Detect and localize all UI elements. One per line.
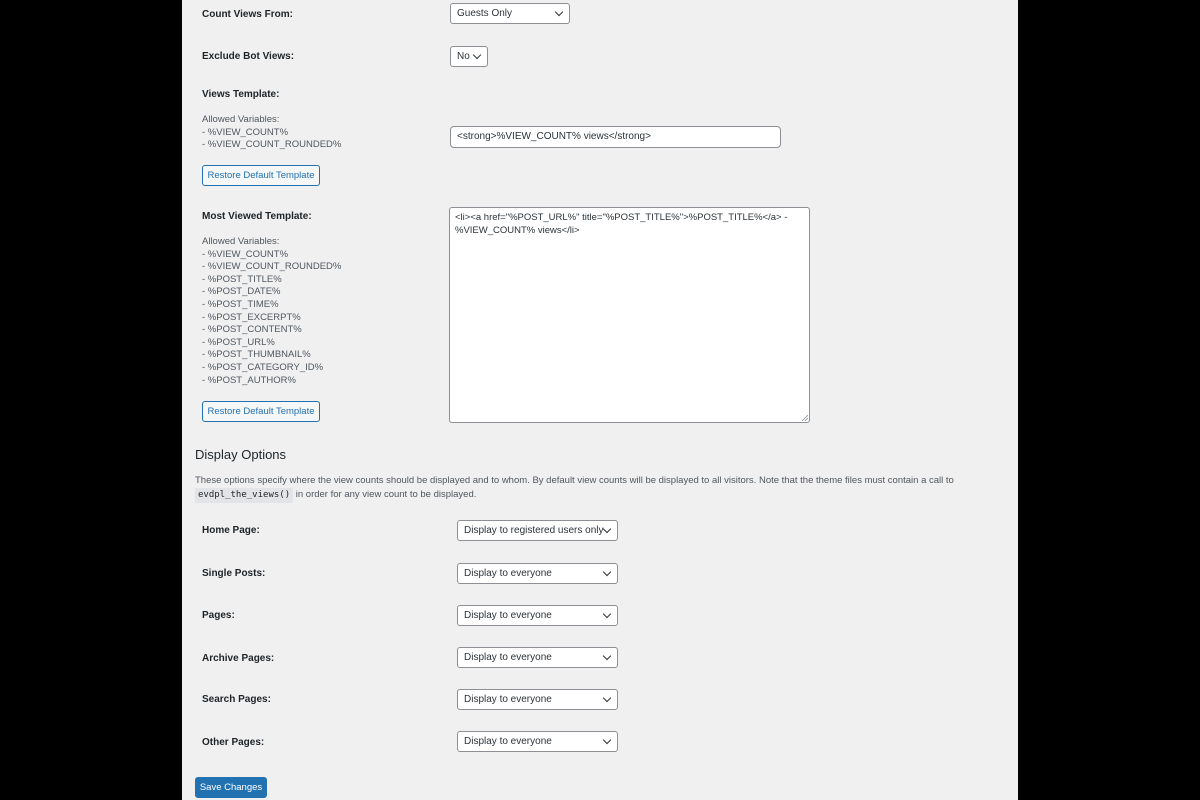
chevron-down-icon [602, 524, 612, 534]
single-posts-label: Single Posts: [202, 568, 266, 579]
chevron-down-icon [602, 735, 612, 745]
display-options-heading: Display Options [195, 447, 287, 462]
archive-pages-select[interactable]: Display to everyone [457, 647, 618, 668]
chevron-down-icon [554, 7, 564, 17]
variable-item: - %VIEW_COUNT_ROUNDED% [202, 261, 342, 273]
search-pages-label: Search Pages: [202, 694, 271, 705]
other-pages-select[interactable]: Display to everyone [457, 731, 618, 752]
most-viewed-template-label: Most Viewed Template: [202, 211, 312, 222]
pages-select[interactable]: Display to everyone [457, 605, 618, 626]
other-pages-value: Display to everyone [464, 736, 552, 747]
allowed-variables-title: Allowed Variables: [202, 114, 280, 125]
archive-pages-label: Archive Pages: [202, 653, 275, 664]
views-template-label: Views Template: [202, 89, 280, 100]
variable-item: - %POST_TITLE% [202, 273, 282, 285]
count-views-from-value: Guests Only [457, 8, 513, 19]
single-posts-select[interactable]: Display to everyone [457, 563, 618, 584]
chevron-down-icon [602, 609, 612, 619]
exclude-bot-views-label: Exclude Bot Views: [202, 51, 295, 62]
home-page-select[interactable]: Display to registered users only [457, 520, 618, 541]
restore-views-template-button[interactable]: Restore Default Template [202, 165, 320, 186]
save-changes-button[interactable]: Save Changes [195, 777, 267, 798]
variable-item: - %POST_EXCERPT% [202, 311, 301, 323]
settings-panel: Count Views From: Guests Only Exclude Bo… [182, 0, 1018, 800]
views-template-allowed-variables: Allowed Variables: - %VIEW_COUNT% - %VIE… [202, 114, 341, 152]
variable-item: - %VIEW_COUNT_ROUNDED% [202, 139, 342, 151]
search-pages-select[interactable]: Display to everyone [457, 689, 618, 710]
count-views-from-select[interactable]: Guests Only [450, 3, 570, 24]
variable-item: - %POST_AUTHOR% [202, 374, 296, 386]
search-pages-value: Display to everyone [464, 694, 552, 705]
display-options-description: These options specify where the view cou… [195, 474, 995, 503]
restore-most-viewed-template-button[interactable]: Restore Default Template [202, 401, 320, 422]
function-code: evdpl_the_views() [195, 487, 294, 503]
chevron-down-icon [602, 693, 612, 703]
most-viewed-template-textarea[interactable]: <li><a href="%POST_URL%" title="%POST_TI… [449, 207, 810, 423]
variable-item: - %POST_DATE% [202, 286, 281, 298]
count-views-from-label: Count Views From: [202, 9, 293, 20]
exclude-bot-views-value: No [457, 51, 470, 62]
variable-item: - %POST_CONTENT% [202, 324, 302, 336]
most-viewed-template-value: <li><a href="%POST_URL%" title="%POST_TI… [455, 212, 788, 236]
pages-label: Pages: [202, 610, 235, 621]
variable-item: - %POST_CATEGORY_ID% [202, 361, 324, 373]
variable-item: - %VIEW_COUNT% [202, 248, 289, 260]
other-pages-label: Other Pages: [202, 737, 265, 748]
description-text-end: in order for any view count to be displa… [293, 488, 477, 500]
variable-item: - %POST_TIME% [202, 298, 279, 310]
variable-item: - %VIEW_COUNT% [202, 126, 289, 138]
views-template-input[interactable]: <strong>%VIEW_COUNT% views</strong> [450, 126, 781, 148]
home-page-value: Display to registered users only [464, 525, 604, 536]
home-page-label: Home Page: [202, 525, 260, 536]
chevron-down-icon [602, 567, 612, 577]
chevron-down-icon [472, 50, 482, 60]
exclude-bot-views-select[interactable]: No [450, 46, 488, 67]
allowed-variables-title: Allowed Variables: [202, 236, 280, 247]
description-text: These options specify where the view cou… [195, 475, 954, 486]
single-posts-value: Display to everyone [464, 568, 552, 579]
resize-handle-icon[interactable] [801, 414, 808, 421]
most-viewed-allowed-variables: Allowed Variables: - %VIEW_COUNT% - %VIE… [202, 236, 341, 387]
chevron-down-icon [602, 651, 612, 661]
variable-item: - %POST_THUMBNAIL% [202, 349, 311, 361]
archive-pages-value: Display to everyone [464, 652, 552, 663]
variable-item: - %POST_URL% [202, 336, 275, 348]
pages-value: Display to everyone [464, 610, 552, 621]
